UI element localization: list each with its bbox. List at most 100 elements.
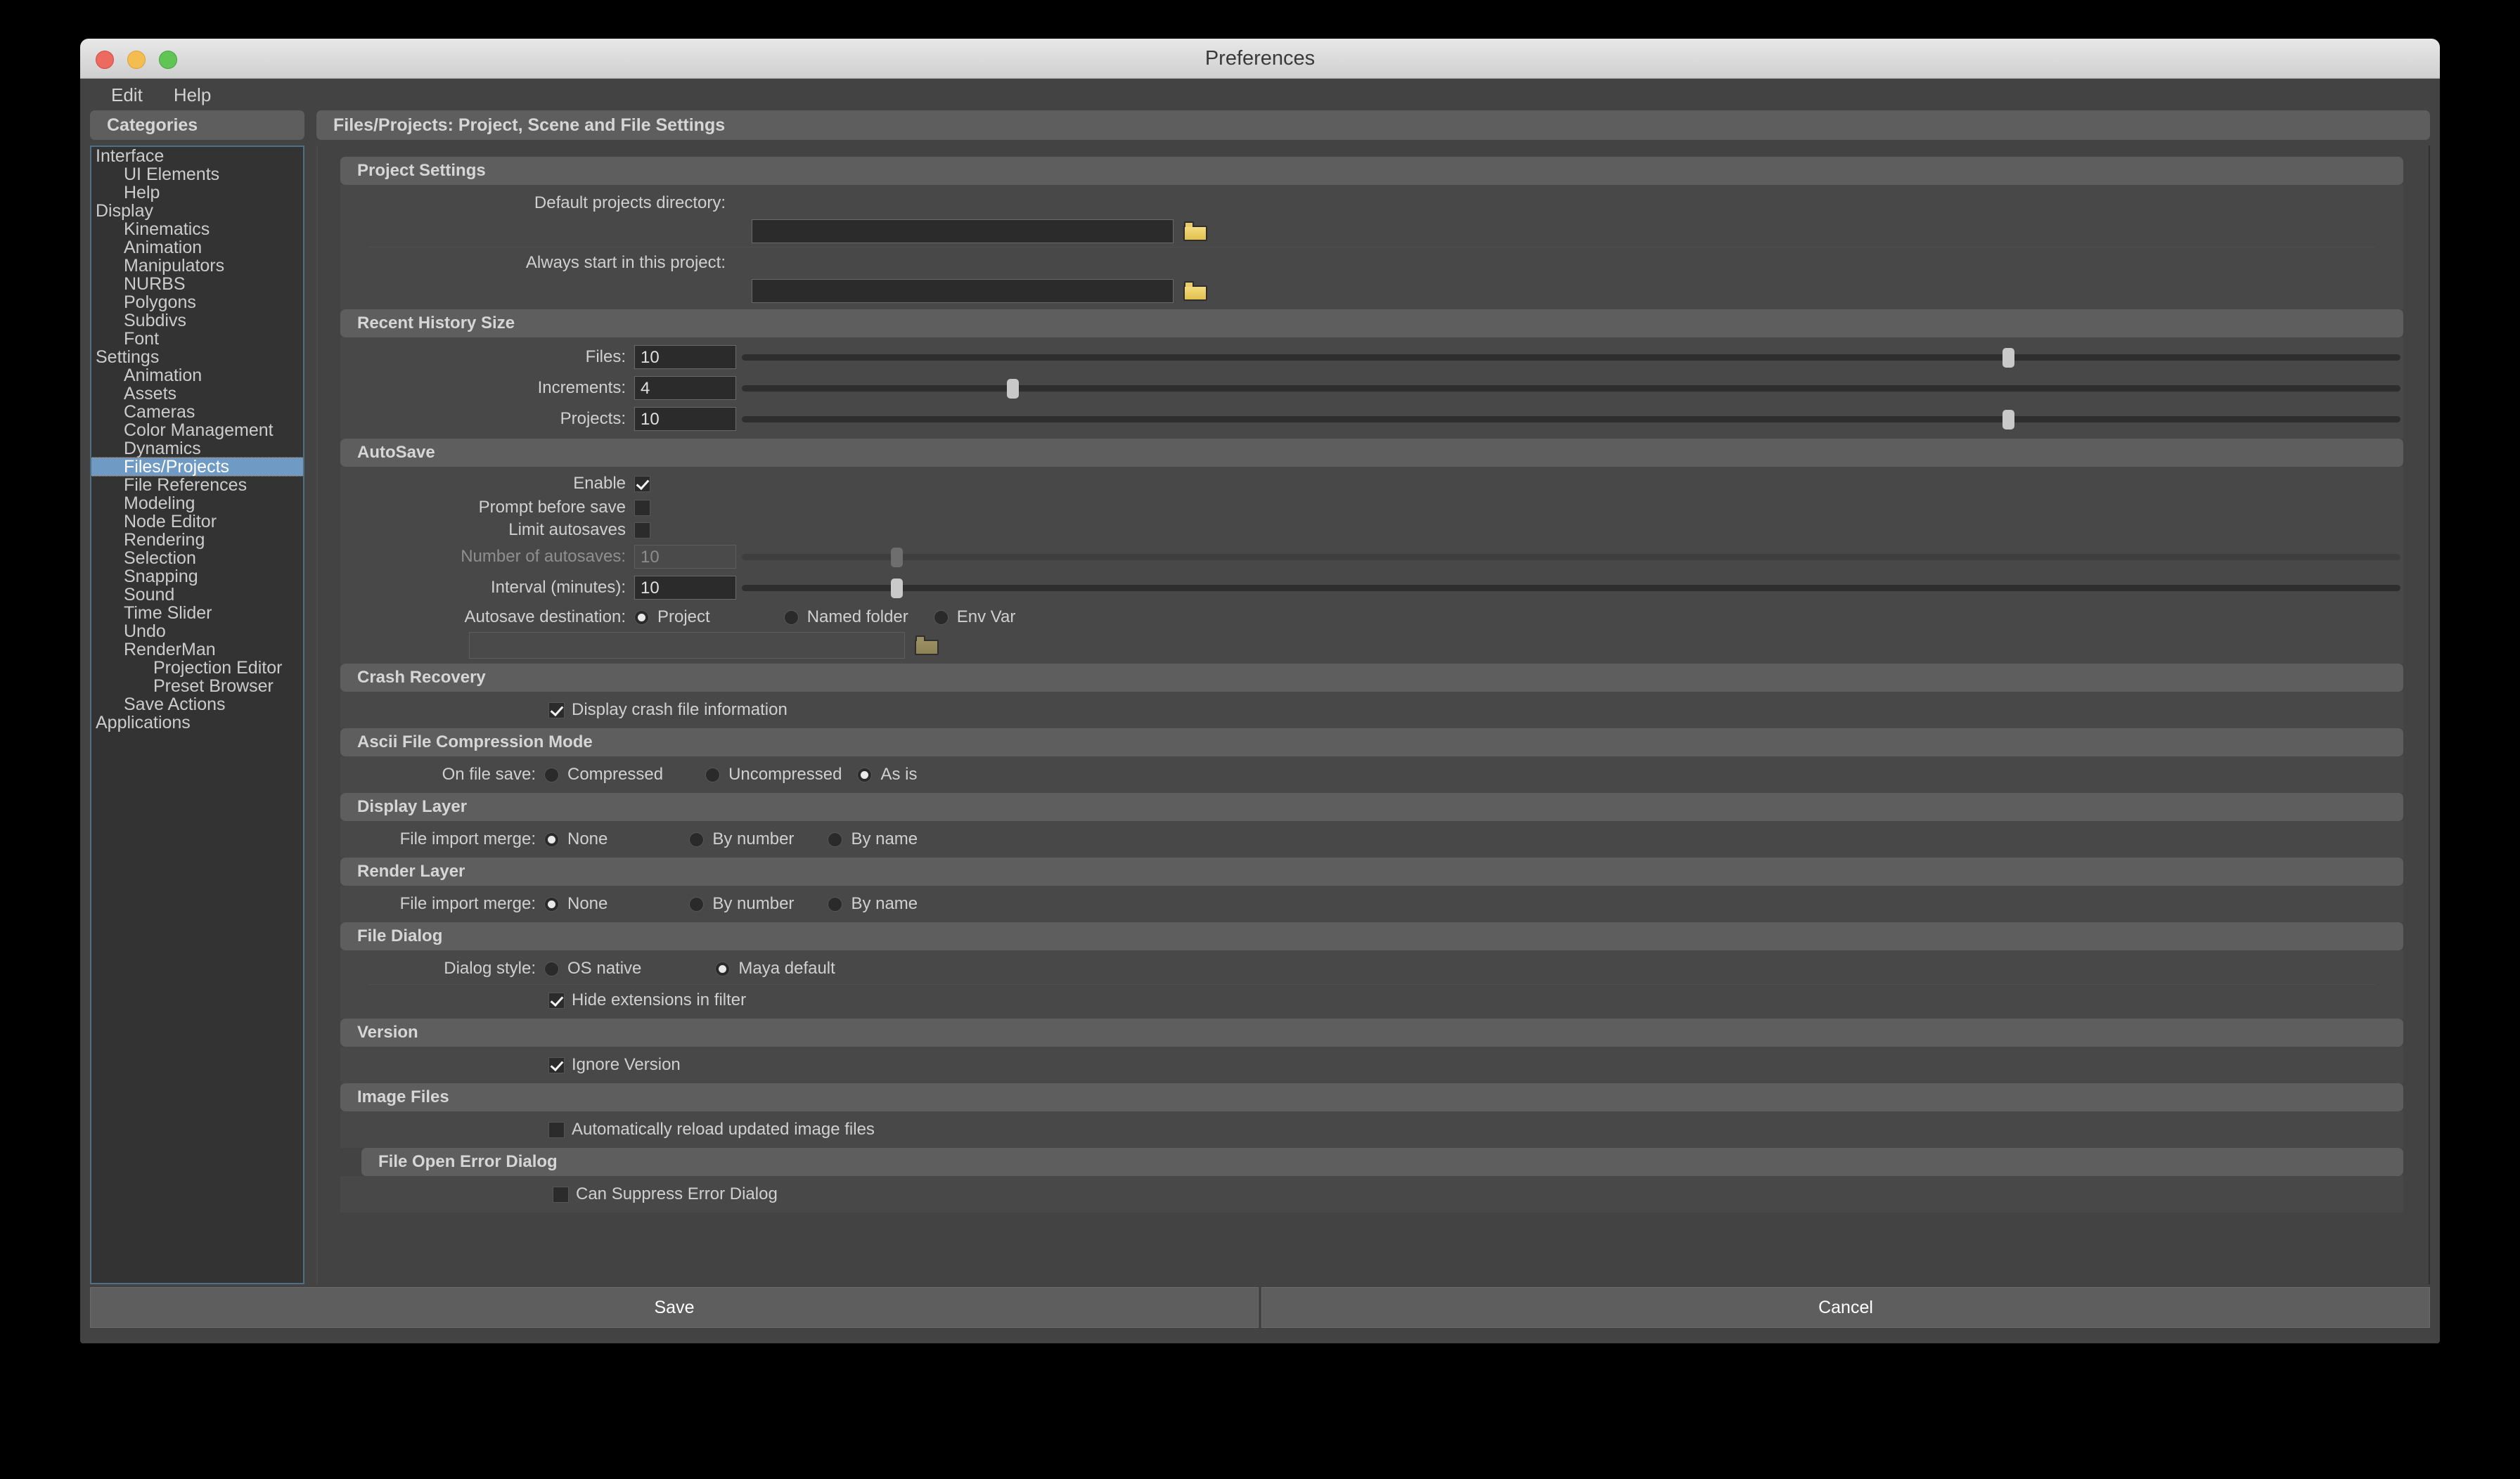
radio-option-as-is[interactable]: As is [857, 765, 922, 784]
recent-projects-slider[interactable] [742, 405, 2400, 433]
sidebar-item-save-actions[interactable]: Save Actions [91, 695, 303, 713]
recent-increments-slider[interactable] [742, 374, 2400, 402]
sidebar-item-manipulators[interactable]: Manipulators [91, 257, 303, 275]
recent-projects-input[interactable]: 10 [634, 407, 736, 431]
sidebar-item-nurbs[interactable]: NURBS [91, 275, 303, 293]
hide-extensions-row: Hide extensions in filter [340, 986, 2403, 1014]
folder-icon[interactable] [1183, 281, 1207, 301]
sidebar-item-assets[interactable]: Assets [91, 385, 303, 403]
radio-indicator[interactable] [544, 832, 559, 847]
radio-option-none[interactable]: None [544, 894, 689, 914]
radio-indicator[interactable] [857, 767, 873, 782]
radio-option-os-native[interactable]: OS native [544, 959, 715, 979]
sidebar-item-animation[interactable]: Animation [91, 366, 303, 385]
section-file-open-error-body: Can Suppress Error Dialog [340, 1176, 2403, 1213]
sidebar-item-node-editor[interactable]: Node Editor [91, 512, 303, 531]
sidebar-item-cameras[interactable]: Cameras [91, 403, 303, 421]
sidebar-item-display[interactable]: Display [91, 202, 303, 220]
ignore-version-checkbox[interactable] [548, 1057, 565, 1073]
settings-content: Project Settings Default projects direct… [318, 146, 2429, 1213]
radio-indicator[interactable] [783, 609, 799, 625]
section-file-dialog-title: File Dialog [340, 922, 2403, 950]
folder-icon[interactable] [1183, 221, 1207, 241]
radio-indicator[interactable] [544, 896, 559, 912]
default-projects-directory-input[interactable] [752, 219, 1174, 243]
radio-indicator[interactable] [689, 896, 705, 912]
section-project-settings-title: Project Settings [340, 157, 2403, 185]
sidebar-item-rendering[interactable]: Rendering [91, 531, 303, 549]
radio-indicator[interactable] [933, 609, 949, 625]
recent-increments-input[interactable]: 4 [634, 376, 736, 400]
sidebar-item-selection[interactable]: Selection [91, 549, 303, 567]
cancel-button[interactable]: Cancel [1261, 1287, 2430, 1328]
radio-option-none[interactable]: None [544, 829, 689, 849]
slider-knob[interactable] [2002, 410, 2014, 430]
sidebar-item-renderman[interactable]: RenderMan [91, 640, 303, 659]
radio-indicator[interactable] [705, 767, 721, 782]
section-ascii-compression-body: On file save: Compressed Uncompressed As… [340, 756, 2403, 793]
radio-option-by-name[interactable]: By name [828, 894, 923, 914]
sidebar-item-file-references[interactable]: File References [91, 476, 303, 494]
radio-indicator[interactable] [715, 961, 731, 976]
autosave-enable-checkbox[interactable] [634, 475, 650, 492]
radio-option-compressed[interactable]: Compressed [544, 765, 705, 784]
autosave-interval-input[interactable]: 10 [634, 576, 736, 600]
radio-option-env-var[interactable]: Env Var [933, 607, 1022, 627]
sidebar-item-kinematics[interactable]: Kinematics [91, 220, 303, 238]
radio-option-by-number[interactable]: By number [689, 829, 828, 849]
sidebar-item-interface[interactable]: Interface [91, 147, 303, 165]
always-start-project-input[interactable] [752, 279, 1174, 303]
display-crash-info-checkbox[interactable] [548, 702, 565, 718]
section-crash-recovery-body: Display crash file information [340, 692, 2403, 728]
radio-option-uncompressed[interactable]: Uncompressed [705, 765, 857, 784]
slider-knob [891, 548, 904, 567]
menu-help[interactable]: Help [158, 79, 226, 111]
radio-option-project[interactable]: Project [634, 607, 784, 627]
radio-option-maya-default[interactable]: Maya default [715, 959, 840, 979]
auto-reload-images-checkbox[interactable] [548, 1121, 565, 1138]
sidebar-item-modeling[interactable]: Modeling [91, 494, 303, 512]
recent-files-input[interactable]: 10 [634, 345, 736, 369]
radio-indicator[interactable] [828, 832, 843, 847]
autosave-interval-slider[interactable] [742, 574, 2400, 602]
sidebar-item-font[interactable]: Font [91, 330, 303, 348]
sidebar-item-projection-editor[interactable]: Projection Editor [91, 659, 303, 677]
slider-knob[interactable] [891, 579, 904, 598]
sidebar-item-ui-elements[interactable]: UI Elements [91, 165, 303, 183]
sidebar-item-dynamics[interactable]: Dynamics [91, 439, 303, 458]
slider-knob[interactable] [2002, 348, 2014, 368]
radio-indicator[interactable] [828, 896, 843, 912]
sidebar-item-undo[interactable]: Undo [91, 622, 303, 640]
slider-knob[interactable] [1007, 379, 1020, 399]
radio-indicator[interactable] [689, 832, 705, 847]
sidebar-item-time-slider[interactable]: Time Slider [91, 604, 303, 622]
sidebar-item-color-management[interactable]: Color Management [91, 421, 303, 439]
sidebar-item-settings[interactable]: Settings [91, 348, 303, 366]
radio-option-named-folder[interactable]: Named folder [783, 607, 934, 627]
suppress-error-dialog-checkbox[interactable] [553, 1186, 569, 1203]
sidebar-item-files-projects[interactable]: Files/Projects [91, 457, 303, 477]
hide-extensions-checkbox[interactable] [548, 992, 565, 1009]
radio-option-by-number[interactable]: By number [689, 894, 828, 914]
always-start-field-row [340, 277, 2403, 305]
sidebar-item-help[interactable]: Help [91, 183, 303, 202]
recent-files-slider[interactable] [742, 343, 2400, 371]
radio-indicator[interactable] [544, 767, 559, 782]
radio-indicator[interactable] [634, 609, 649, 625]
sidebar-item-applications[interactable]: Applications [91, 713, 303, 732]
sidebar-item-subdivs[interactable]: Subdivs [91, 311, 303, 330]
sidebar-item-animation[interactable]: Animation [91, 238, 303, 257]
sidebar-item-snapping[interactable]: Snapping [91, 567, 303, 586]
save-button[interactable]: Save [90, 1287, 1259, 1328]
radio-indicator[interactable] [544, 961, 559, 976]
menu-edit[interactable]: Edit [96, 79, 158, 111]
sidebar-item-preset-browser[interactable]: Preset Browser [91, 677, 303, 695]
categories-list[interactable]: Interface UI Elements Help Display Kinematic… [90, 146, 304, 1284]
autosave-limit-checkbox[interactable] [634, 522, 650, 538]
sidebar-item-sound[interactable]: Sound [91, 586, 303, 604]
radio-label: Maya default [738, 959, 835, 978]
radio-option-by-name[interactable]: By name [828, 829, 923, 849]
render-layer-radiogroup: None By number By name [544, 894, 923, 914]
autosave-prompt-checkbox[interactable] [634, 499, 650, 516]
sidebar-item-polygons[interactable]: Polygons [91, 293, 303, 311]
